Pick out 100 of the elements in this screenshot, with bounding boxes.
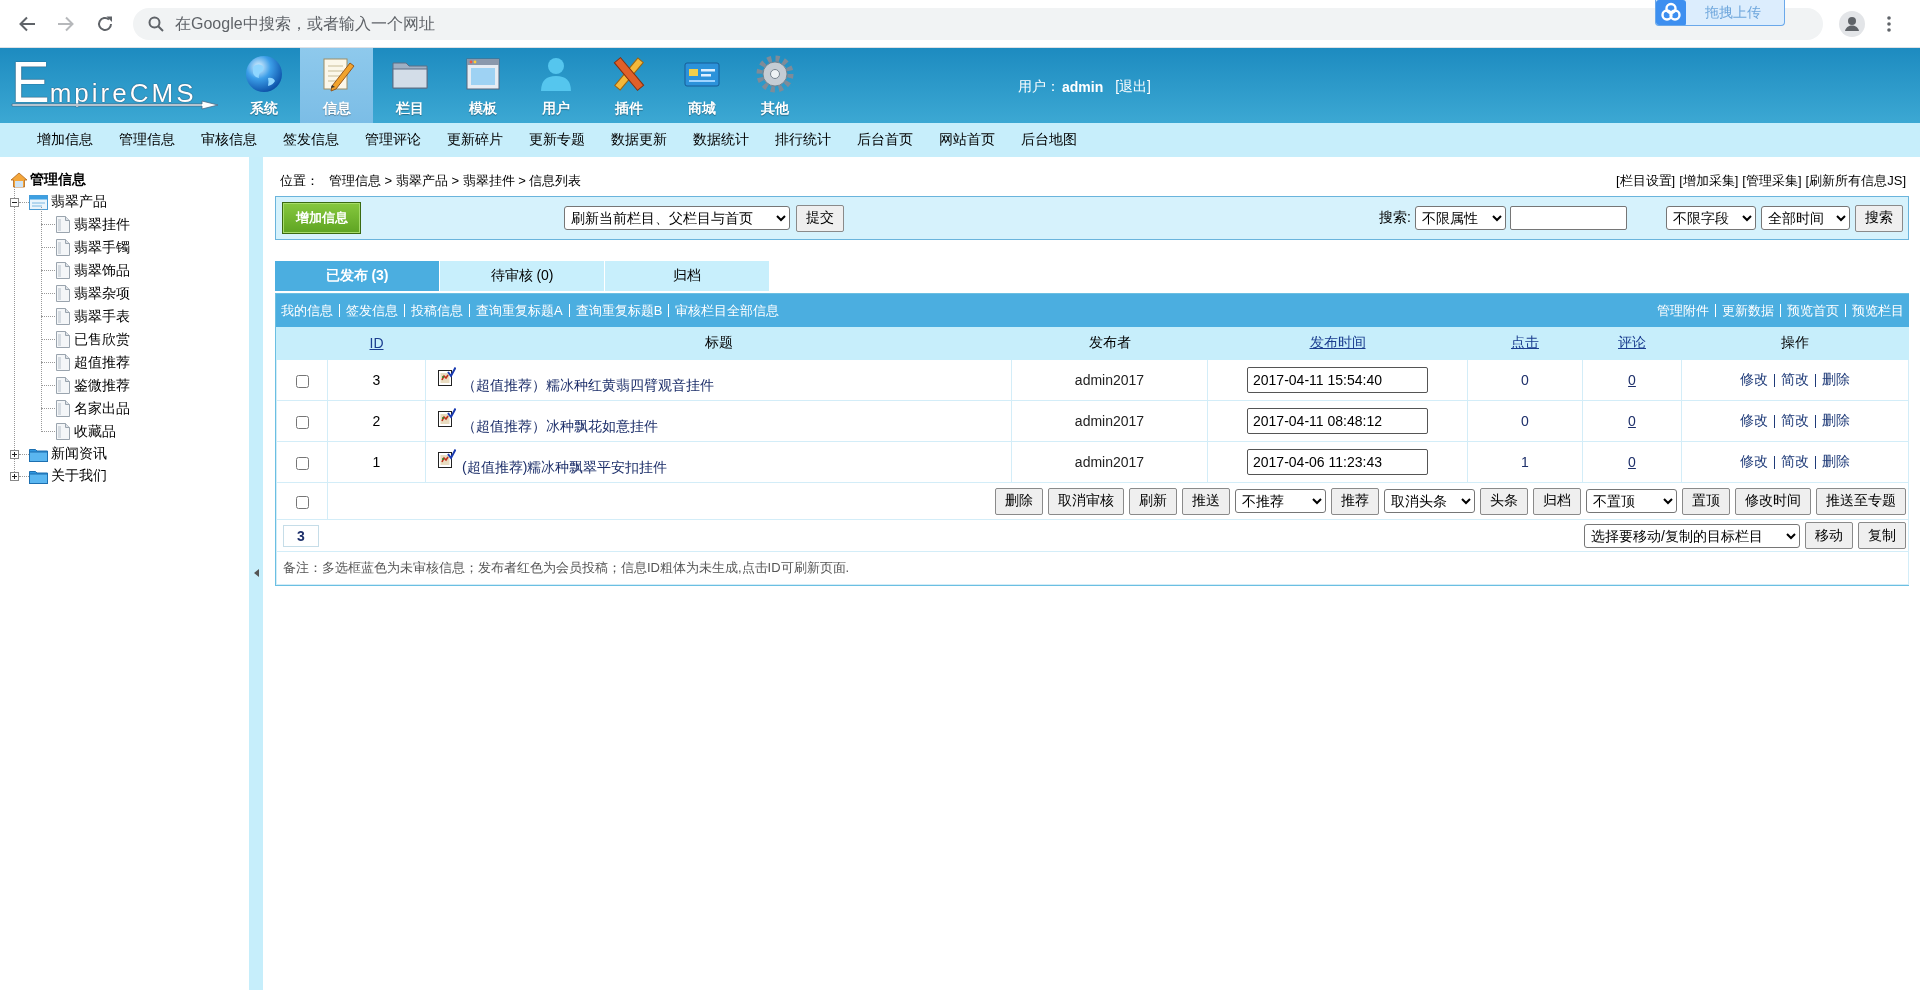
home-icon — [10, 172, 28, 188]
tree-item[interactable]: 超值推荐 — [74, 353, 130, 372]
tree-item[interactable]: 翡翠手镯 — [74, 238, 130, 257]
comment-count-link[interactable]: 0 — [1628, 454, 1636, 470]
collapse-toggle-icon[interactable] — [10, 197, 19, 207]
breadcrumb-path[interactable]: 管理信息 > 翡翠产品 > 翡翠挂件 > 信息列表 — [329, 172, 582, 190]
date-time-field[interactable]: 2017-04-11 08:48:12 — [1247, 408, 1428, 434]
comment-count-link[interactable]: 0 — [1628, 413, 1636, 429]
top-link[interactable]: [增加采集] — [1679, 172, 1739, 190]
top-link[interactable]: [刷新所有信息JS] — [1805, 172, 1906, 190]
profile-icon[interactable] — [1839, 10, 1865, 37]
field-select[interactable]: 不限字段 — [1666, 206, 1756, 230]
tree-item[interactable]: 翡翠饰品 — [74, 261, 130, 280]
menu-link[interactable]: 更新碎片 — [447, 131, 503, 149]
menu-link[interactable]: 更新专题 — [529, 131, 585, 149]
menu-link[interactable]: 管理评论 — [365, 131, 421, 149]
action-select[interactable]: 不置顶 — [1586, 489, 1678, 513]
tree-item[interactable]: 鉴微推荐 — [74, 376, 130, 395]
tree-item[interactable]: 翡翠手表 — [74, 307, 130, 326]
row-checkbox[interactable] — [295, 456, 309, 470]
tab[interactable]: 待审核 (0) — [440, 261, 604, 291]
search-label: 搜索: — [1379, 209, 1411, 227]
menu-link[interactable]: 网站首页 — [939, 131, 995, 149]
page-icon — [56, 377, 70, 394]
expand-toggle-icon[interactable] — [10, 471, 19, 481]
action-button[interactable]: 推送至专题 — [1816, 487, 1907, 515]
column-header[interactable]: ID — [369, 335, 384, 351]
attribute-select[interactable]: 不限属性 — [1415, 206, 1506, 230]
menu-link[interactable]: 后台首页 — [857, 131, 913, 149]
row-action-link[interactable]: 修改 — [1740, 412, 1769, 430]
date-time-field[interactable]: 2017-04-06 11:23:43 — [1247, 449, 1428, 475]
expand-toggle-icon[interactable] — [10, 449, 19, 459]
title-link[interactable]: （超值推荐）糯冰种红黄翡四臂观音挂件 — [462, 377, 714, 395]
copy-button[interactable]: 复制 — [1858, 522, 1907, 549]
menu-link[interactable]: 增加信息 — [37, 131, 93, 149]
top-link[interactable]: [栏目设置] — [1615, 172, 1676, 190]
row-checkbox[interactable] — [295, 415, 309, 429]
menu-link[interactable]: 签发信息 — [283, 131, 339, 149]
row-action-link[interactable]: 删除 — [1822, 412, 1851, 430]
row-action-link[interactable]: 修改 — [1740, 371, 1769, 389]
menu-link[interactable]: 管理信息 — [119, 131, 175, 149]
column-header[interactable]: 评论 — [1618, 334, 1646, 350]
tree-item[interactable]: 翡翠挂件 — [74, 215, 130, 234]
search-icon — [148, 15, 164, 32]
row-action-link[interactable]: 简改 — [1781, 371, 1810, 389]
menu-link[interactable]: 数据更新 — [611, 131, 667, 149]
action-button[interactable]: 头条 — [1480, 487, 1529, 515]
sidebar-title[interactable]: 管理信息 — [30, 171, 86, 189]
breadcrumb-label: 位置： — [280, 172, 319, 190]
menu-link[interactable]: 后台地图 — [1021, 131, 1077, 149]
action-button[interactable]: 修改时间 — [1735, 487, 1812, 515]
tree-item[interactable]: 翡翠产品 — [51, 193, 107, 211]
more-menu-icon[interactable] — [1887, 15, 1891, 32]
menu-link[interactable]: 审核信息 — [201, 131, 257, 149]
search-button[interactable]: 搜索 — [1855, 204, 1903, 232]
select-all-checkbox[interactable] — [295, 495, 309, 509]
top-link[interactable]: [管理采集] — [1742, 172, 1802, 190]
menu-link[interactable]: 排行统计 — [775, 131, 831, 149]
tree-item[interactable]: 已售欣赏 — [74, 330, 130, 349]
date-time-field[interactable]: 2017-04-11 15:54:40 — [1247, 367, 1428, 393]
menu-link[interactable]: 数据统计 — [693, 131, 749, 149]
action-select[interactable]: 取消头条 — [1384, 489, 1476, 513]
title-link[interactable]: (超值推荐)糯冰种飘翠平安扣挂件 — [462, 459, 668, 477]
row-action-link[interactable]: 简改 — [1781, 453, 1810, 471]
column-header[interactable]: 点击 — [1511, 334, 1539, 350]
comment-count-link[interactable]: 0 — [1628, 372, 1636, 388]
back-icon[interactable] — [18, 14, 36, 33]
tree-item[interactable]: 收藏品 — [74, 422, 116, 441]
action-button[interactable]: 删除 — [995, 487, 1044, 515]
id-cell: 1 — [327, 441, 426, 483]
tree-item[interactable]: 新闻资讯 — [51, 445, 107, 463]
reload-icon[interactable] — [96, 14, 114, 33]
folder-icon — [29, 468, 48, 484]
row-checkbox[interactable] — [295, 374, 309, 388]
tab[interactable]: 归档 — [605, 261, 769, 291]
column-header[interactable]: 发布时间 — [1309, 334, 1366, 350]
action-select[interactable]: 不推荐 — [1235, 489, 1327, 513]
tree-item[interactable]: 关于我们 — [51, 467, 107, 485]
action-button[interactable]: 推送 — [1182, 487, 1231, 515]
row-action-link[interactable]: 删除 — [1822, 371, 1851, 389]
collapse-arrow-icon[interactable] — [254, 569, 259, 577]
id-cell: 2 — [327, 400, 426, 442]
row-action-link[interactable]: 删除 — [1822, 453, 1851, 471]
action-button[interactable]: 推荐 — [1331, 487, 1380, 515]
submit-button[interactable]: 提交 — [796, 204, 844, 232]
row-action-link[interactable]: 简改 — [1781, 412, 1810, 430]
action-button[interactable]: 取消审核 — [1048, 487, 1125, 515]
action-button[interactable]: 置顶 — [1682, 487, 1731, 515]
refresh-select[interactable]: 刷新当前栏目、父栏目与首页 — [564, 206, 790, 230]
action-button[interactable]: 刷新 — [1129, 487, 1178, 515]
action-button[interactable]: 归档 — [1533, 487, 1582, 515]
tree-item[interactable]: 名家出品 — [74, 399, 130, 418]
title-link[interactable]: （超值推荐）冰种飘花如意挂件 — [462, 418, 658, 436]
time-select[interactable]: 全部时间 — [1761, 206, 1850, 230]
column-header: 发布者 — [1088, 334, 1131, 350]
target-column-select[interactable]: 选择要移动/复制的目标栏目 — [1584, 523, 1801, 548]
row-action-link[interactable]: 修改 — [1740, 453, 1769, 471]
move-button[interactable]: 移动 — [1805, 522, 1854, 549]
tree-item[interactable]: 翡翠杂项 — [74, 284, 130, 303]
search-field[interactable] — [1510, 206, 1627, 230]
